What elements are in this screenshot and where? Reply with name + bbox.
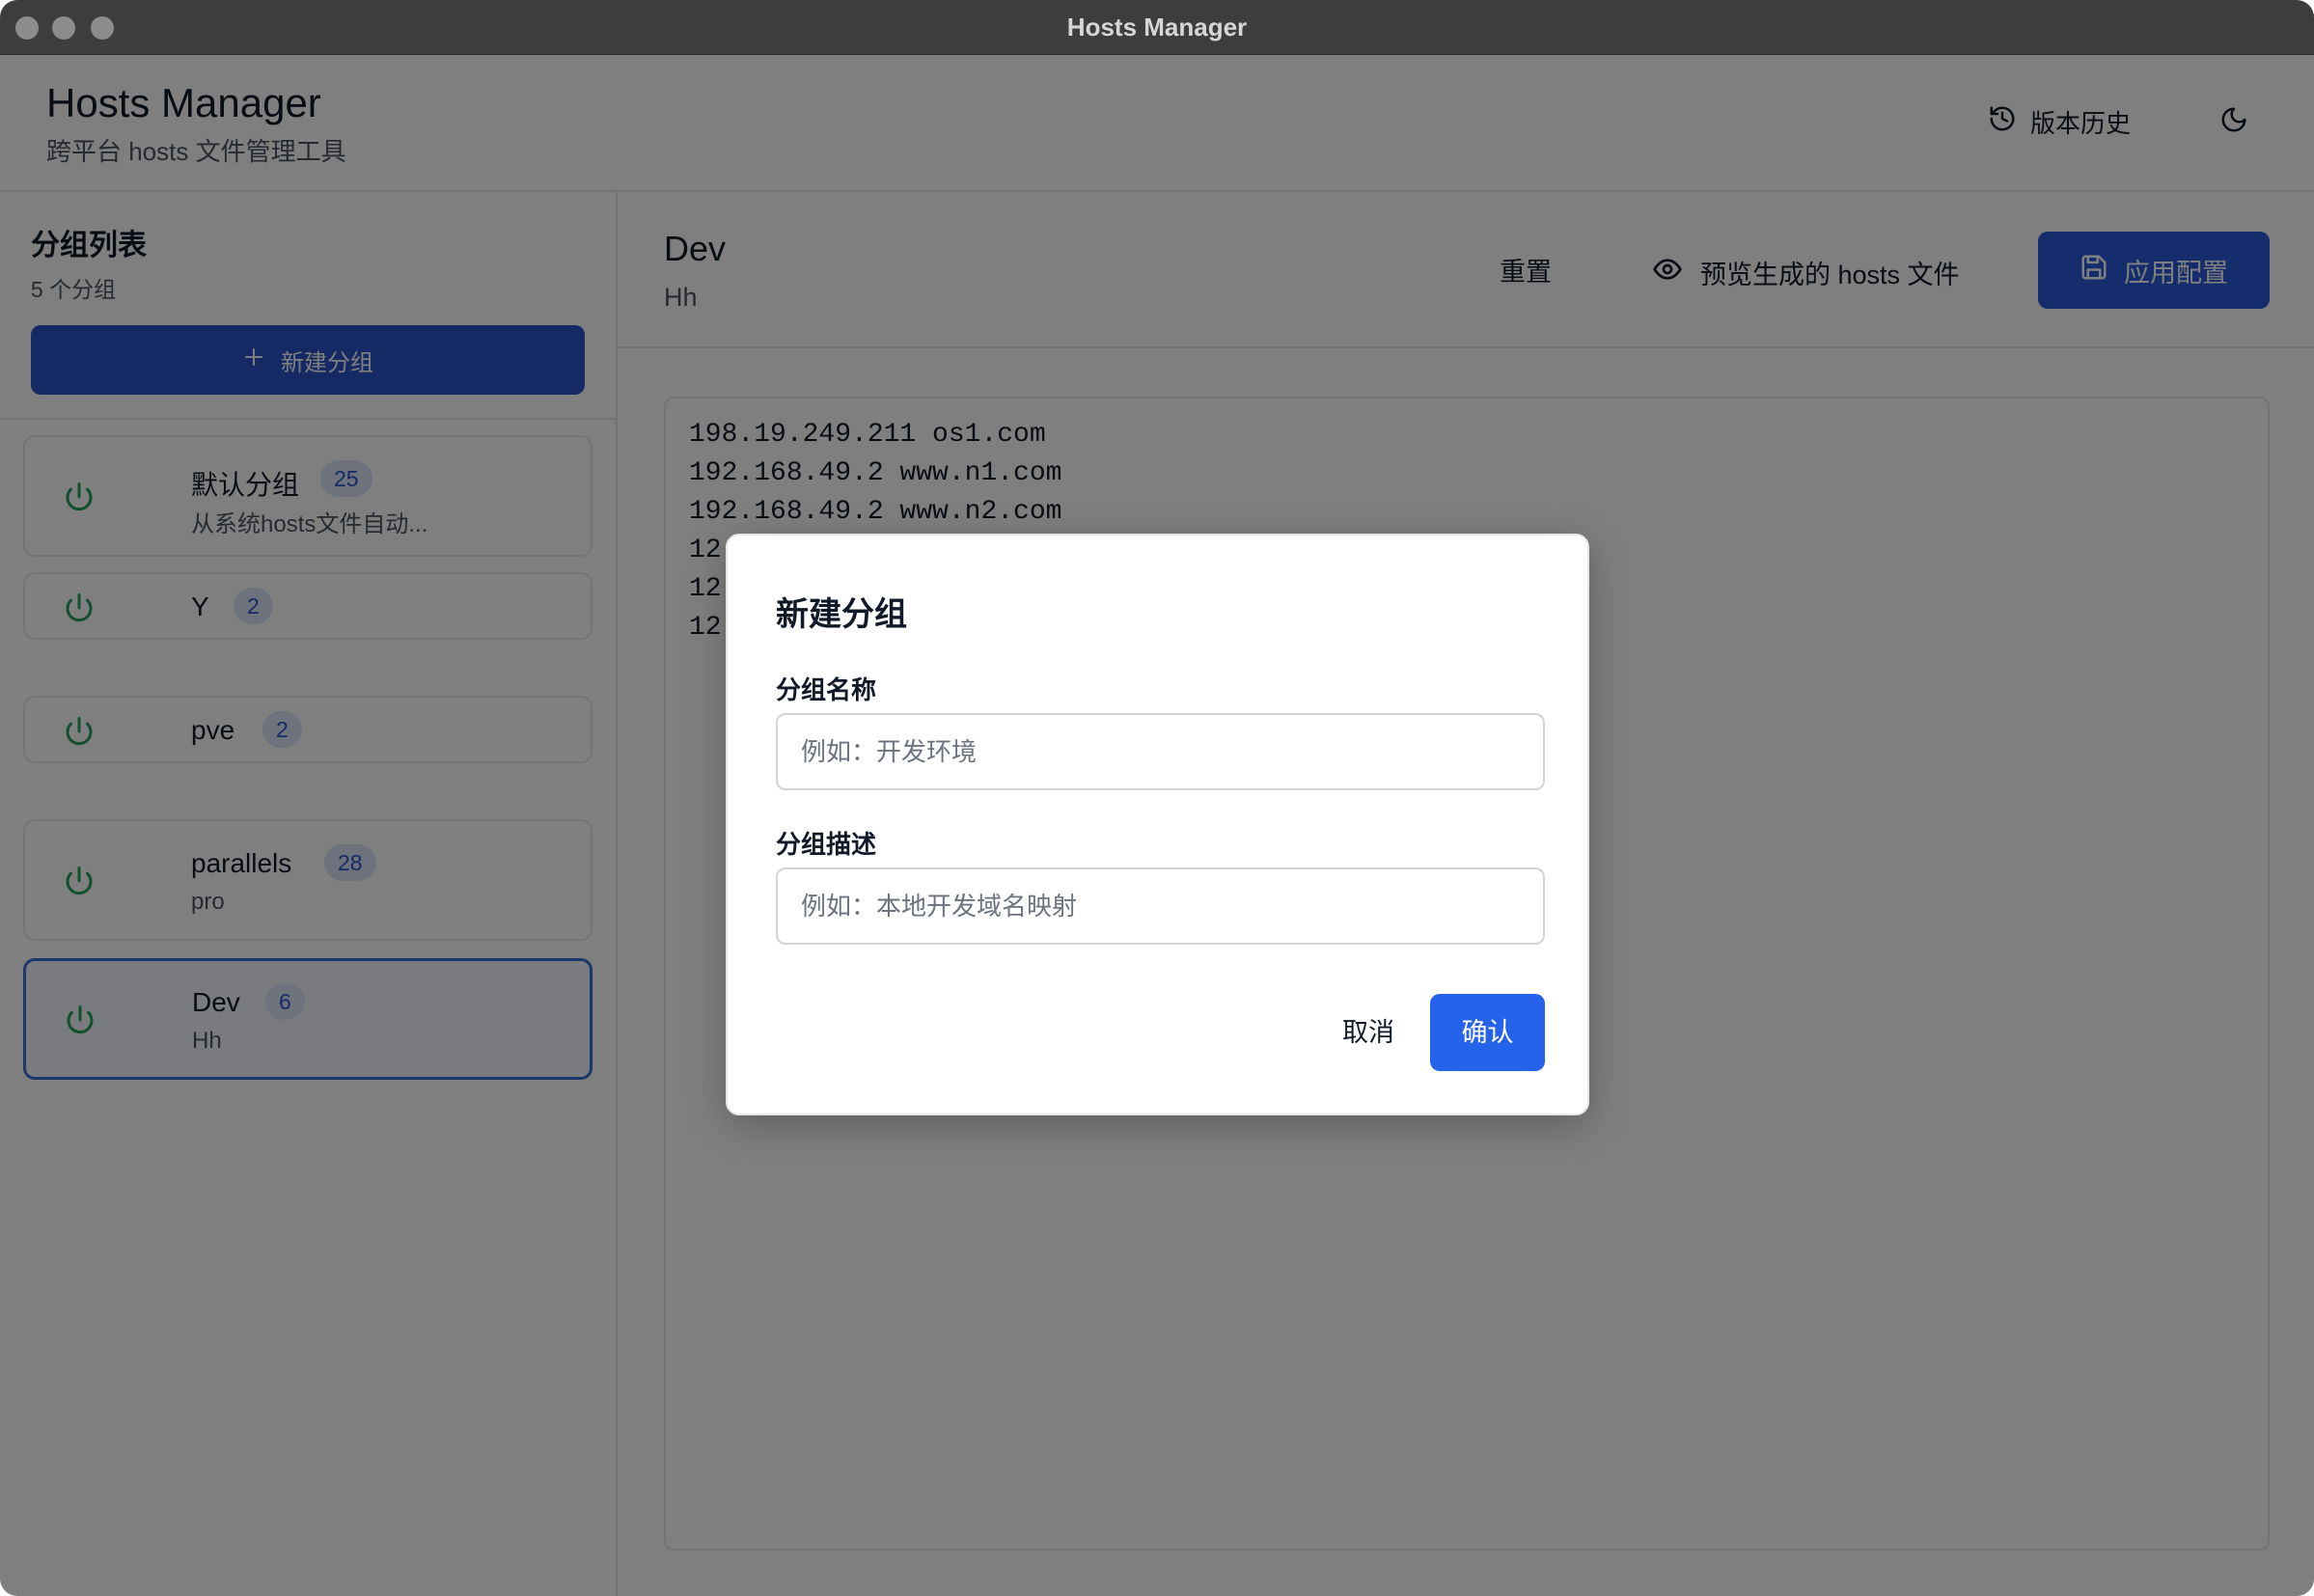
confirm-button[interactable]: 确认 — [1430, 994, 1545, 1071]
group-description-label: 分组描述 — [776, 830, 877, 859]
group-description-input[interactable] — [776, 867, 1545, 945]
window-title: Hosts Manager — [1066, 13, 1248, 41]
app-window: Hosts Manager Hosts Manager 跨平台 hosts 文件… — [0, 0, 2314, 1596]
group-name-label: 分组名称 — [776, 675, 877, 704]
cancel-button[interactable]: 取消 — [1318, 994, 1419, 1071]
group-name-input[interactable] — [776, 713, 1545, 790]
dialog-title: 新建分组 — [776, 596, 907, 633]
new-group-dialog: 新建分组 分组名称 分组描述 取消 确认 — [726, 534, 1589, 1115]
title-bar: Hosts Manager — [0, 0, 2314, 55]
